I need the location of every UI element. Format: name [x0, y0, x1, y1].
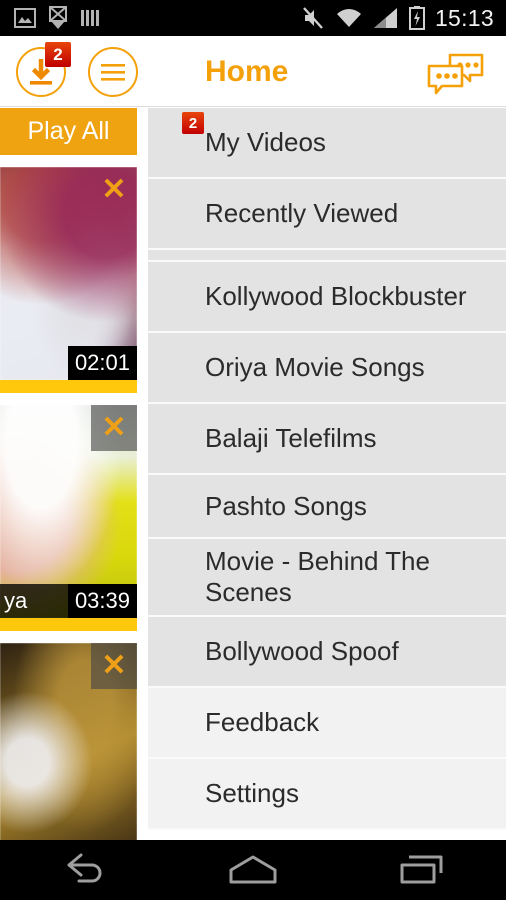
menu-item-label: Settings: [205, 778, 299, 808]
video-thumb-item[interactable]: ✕ 02:01: [0, 167, 137, 393]
chat-bubbles-icon[interactable]: [426, 53, 486, 95]
video-thumbnail[interactable]: ✕: [0, 643, 137, 840]
menu-item-my-videos[interactable]: 2 My Videos: [148, 108, 506, 179]
video-thumbnail[interactable]: ✕ ya 03:39: [0, 405, 137, 618]
remove-video-button[interactable]: ✕: [91, 643, 137, 689]
menu-item-label: Kollywood Blockbuster: [205, 281, 467, 311]
home-icon: [229, 855, 277, 884]
status-bar-left-icons: [0, 6, 100, 30]
video-thumbnail[interactable]: ✕ 02:01: [0, 167, 137, 380]
thumbnail-overlay: 02:01: [0, 346, 137, 380]
mute-icon: [303, 7, 323, 29]
menu-item-label: Balaji Telefilms: [205, 423, 377, 453]
menu-item-bollywood-spoof[interactable]: Bollywood Spoof: [148, 617, 506, 688]
menu-item-feedback[interactable]: Feedback: [148, 688, 506, 759]
thumbnail-overlay: ya 03:39: [0, 584, 137, 618]
thumbnail-accent-bar: [0, 618, 137, 631]
my-videos-badge: 2: [182, 112, 204, 134]
download-badge: 2: [45, 42, 71, 67]
menu-item-oriya-movie-songs[interactable]: Oriya Movie Songs: [148, 333, 506, 404]
phone-screen: 15:13 2 Home Play All ✕ 02:01 ✕ ya 03:39…: [0, 0, 506, 900]
menu-item-balaji-telefilms[interactable]: Balaji Telefilms: [148, 404, 506, 475]
menu-item-label: Oriya Movie Songs: [205, 352, 425, 382]
navigation-menu-list[interactable]: 2 My Videos Recently Viewed Kollywood Bl…: [148, 108, 506, 840]
menu-item-label: My Videos: [205, 127, 326, 157]
video-duration: 02:01: [67, 346, 137, 380]
thumbnail-accent-bar: [0, 380, 137, 393]
menu-item-settings[interactable]: Settings: [148, 759, 506, 830]
video-title: ya: [0, 584, 68, 618]
menu-item-label: Feedback: [205, 707, 320, 737]
video-thumb-item[interactable]: ✕: [0, 643, 137, 840]
image-icon: [14, 8, 36, 28]
remove-video-button[interactable]: ✕: [91, 405, 137, 451]
menu-item-label: Recently Viewed: [205, 198, 399, 228]
menu-item-movie-behind-the-scenes[interactable]: Movie - Behind The Scenes: [148, 539, 506, 617]
status-bar-clock: 15:13: [434, 4, 494, 31]
home-button[interactable]: [169, 840, 338, 900]
status-bar-right-icons: 15:13: [301, 5, 506, 32]
menu-item-label: Pashto Songs: [205, 490, 367, 521]
menu-item-kollywood-blockbuster[interactable]: Kollywood Blockbuster: [148, 262, 506, 333]
remove-video-button[interactable]: ✕: [91, 167, 137, 213]
recents-button[interactable]: [337, 840, 506, 900]
wifi-icon: [336, 9, 361, 27]
download-cancel-icon: [49, 6, 67, 29]
menu-item-pashto-songs[interactable]: Pashto Songs: [148, 475, 506, 539]
action-bar: 2 Home: [0, 36, 506, 107]
recents-icon: [400, 855, 443, 884]
menu-section-spacer: [148, 250, 506, 262]
battery-charging-icon: [408, 6, 425, 30]
video-thumb-item[interactable]: ✕ ya 03:39: [0, 405, 137, 631]
video-list-panel[interactable]: Play All ✕ 02:01 ✕ ya 03:39 ✕: [0, 108, 148, 840]
play-all-button[interactable]: Play All: [0, 108, 137, 155]
back-button[interactable]: [0, 840, 169, 900]
menu-item-label: Bollywood Spoof: [205, 636, 399, 666]
back-arrow-icon: [67, 853, 102, 883]
android-navigation-bar: [0, 840, 506, 900]
bars-icon: [81, 10, 99, 26]
hamburger-circle-icon[interactable]: [87, 46, 139, 98]
signal-icon: [373, 8, 397, 28]
menu-item-label: Movie - Behind The Scenes: [205, 546, 430, 607]
menu-item-recently-viewed[interactable]: Recently Viewed: [148, 179, 506, 250]
page-title: Home: [205, 54, 289, 88]
status-bar: 15:13: [0, 0, 506, 36]
video-duration: 03:39: [67, 584, 137, 618]
